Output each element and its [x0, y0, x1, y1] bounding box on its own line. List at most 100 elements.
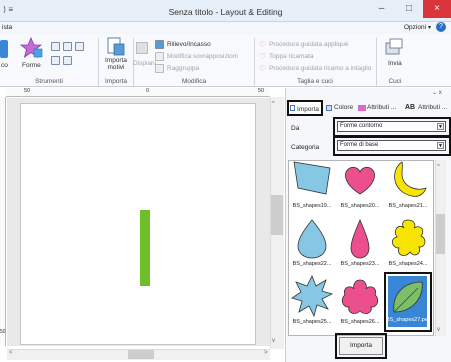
shape-label: BS_shapes24... — [388, 261, 428, 267]
ruler-mark: 50 — [0, 329, 6, 335]
invia-button[interactable]: Invia — [388, 60, 402, 67]
shape-item[interactable]: BS_shapes21... — [384, 156, 432, 216]
import-tab-icon — [290, 105, 295, 111]
procedura-applique-button: Procedura guidata appliqué — [269, 41, 349, 48]
help-icon[interactable]: ? — [436, 22, 446, 32]
shape-label: BS_shapes25... — [292, 319, 332, 325]
menu-item-opzioni[interactable]: Opzioni — [404, 24, 426, 31]
group-label-taglia: Taglia e cuci — [297, 78, 333, 85]
toppa-ricamata-button: Toppa ricamata — [269, 53, 314, 60]
modifica-sovrapp-icon — [155, 52, 164, 61]
shape-item[interactable]: BS_shapes22... — [288, 214, 336, 274]
raggruppa-icon — [155, 64, 164, 73]
shape-thumbnail — [393, 281, 423, 313]
shape-thumbnail — [341, 279, 379, 314]
shape-item[interactable]: BS_shapes19... — [288, 156, 336, 216]
ruler-mark: 0 — [146, 88, 150, 94]
shape-label: BS_shapes22... — [292, 261, 332, 267]
attributes-tab-icon — [358, 105, 366, 111]
close-button[interactable]: × — [423, 0, 451, 18]
procedura-taglio-button: Procedura guidata ricamo a intaglio — [269, 65, 372, 72]
da-label: Da — [291, 125, 300, 132]
scroll-up-icon[interactable]: ^ — [272, 101, 275, 107]
zoom-fit-icon[interactable] — [75, 42, 84, 51]
pan-hand-icon[interactable] — [51, 56, 60, 65]
raggruppa-button: Raggruppa — [167, 65, 200, 72]
categoria-select-value: Forme di base — [340, 142, 379, 148]
dispiani-icon — [136, 42, 148, 54]
co-button-label[interactable]: co — [1, 62, 8, 69]
shape-thumbnail — [297, 219, 327, 259]
shape-label: BS_shapes23... — [340, 261, 380, 267]
tab-attributi-2[interactable]: Attributi ... — [418, 100, 447, 116]
tab-attributi-1[interactable]: Attributi ... — [367, 100, 396, 116]
embroidery-hoop[interactable] — [20, 103, 256, 345]
ruler-mark: 50 — [258, 88, 265, 94]
text-attributes-tab-icon: AB — [405, 104, 416, 111]
shape-item[interactable]: BS_shapes23... — [336, 214, 384, 274]
tool-icon[interactable] — [0, 40, 8, 58]
maximize-button[interactable]: □ — [395, 0, 423, 18]
scroll-up-icon[interactable]: ^ — [437, 164, 440, 170]
shape-label: BS_shapes21... — [388, 203, 428, 209]
heart-icon: ♡ — [259, 64, 267, 73]
shape-thumbnail — [293, 161, 331, 195]
group-label-strumenti: Strumenti — [35, 78, 63, 85]
shapes-scroll-thumb[interactable] — [436, 214, 445, 254]
import-motifs-icon[interactable] — [106, 37, 126, 57]
da-select[interactable]: Forme contorno ▼ — [337, 121, 446, 132]
group-label-importa: Importa — [104, 78, 128, 85]
shape-thumbnail — [345, 166, 375, 195]
shape-thumbnail — [350, 218, 370, 259]
shape-item-selected[interactable]: BS_shapes27.pes — [384, 272, 432, 332]
rilievo-icon[interactable] — [155, 40, 164, 49]
group-label-modifica: Modifica — [181, 78, 207, 85]
scroll-left-icon[interactable]: < — [9, 350, 13, 356]
chevron-down-icon[interactable]: ▼ — [437, 123, 444, 130]
da-select-value: Forme contorno — [340, 123, 383, 129]
import-button[interactable]: Importa — [339, 337, 383, 355]
modifica-sovrapposizioni-button: Modifica sovrapposizioni — [167, 53, 238, 60]
shape-thumbnail — [391, 219, 426, 256]
shape-label: BS_shapes20... — [340, 203, 380, 209]
shape-item[interactable]: BS_shapes25... — [288, 272, 336, 332]
categoria-label: Categoria — [291, 144, 320, 151]
zoom-out-icon[interactable] — [63, 42, 72, 51]
menu-item-vista[interactable]: ista — [2, 24, 12, 31]
forme-button-label[interactable]: Forme — [22, 62, 41, 69]
importa-motivi-button[interactable]: Importa motivi — [102, 57, 130, 71]
rilievo-incasso-button[interactable]: Rilievo/Incasso — [167, 41, 211, 48]
color-tab-icon — [326, 105, 332, 111]
chevron-down-icon[interactable]: ▼ — [437, 142, 444, 149]
group-label-cuci: Cuci — [388, 78, 402, 85]
scroll-down-icon[interactable]: v — [272, 338, 275, 344]
opzioni-dropdown-icon[interactable]: ▾ — [428, 24, 431, 31]
horizontal-scroll-thumb[interactable] — [128, 350, 154, 359]
menu-bar — [0, 22, 451, 34]
shape-item[interactable]: BS_shapes26... — [336, 272, 384, 332]
ruler-left — [0, 97, 6, 346]
zoom-in-icon[interactable] — [51, 42, 60, 51]
shape-label: BS_shapes19... — [292, 203, 332, 209]
panel-pin-close[interactable]: ⌄ x — [432, 89, 442, 96]
shape-item[interactable]: BS_shapes20... — [336, 156, 384, 216]
shape-label: BS_shapes26... — [340, 319, 380, 325]
shape-thumbnail — [394, 161, 427, 197]
scroll-right-icon[interactable]: > — [264, 350, 268, 356]
scroll-down-icon[interactable]: v — [437, 327, 440, 333]
shape-item[interactable]: BS_shapes24... — [384, 214, 432, 274]
heart-icon: ♡ — [259, 52, 267, 61]
heart-icon: ♡ — [259, 40, 267, 49]
measure-icon[interactable] — [63, 56, 72, 65]
vertical-scroll-thumb[interactable] — [271, 195, 283, 235]
invia-icon[interactable] — [385, 38, 403, 56]
shape-thumbnail — [291, 275, 334, 318]
minimize-button[interactable]: – — [368, 0, 395, 18]
ruler-top — [6, 88, 270, 97]
categoria-select[interactable]: Forme di base ▼ — [337, 140, 446, 151]
green-bar-design[interactable] — [140, 210, 150, 286]
shapes-star-icon[interactable] — [19, 37, 45, 59]
dispiani-button: Dispiani — [133, 60, 157, 67]
tab-colore[interactable]: Colore — [334, 100, 353, 116]
shape-label: BS_shapes27.pes — [386, 317, 430, 323]
